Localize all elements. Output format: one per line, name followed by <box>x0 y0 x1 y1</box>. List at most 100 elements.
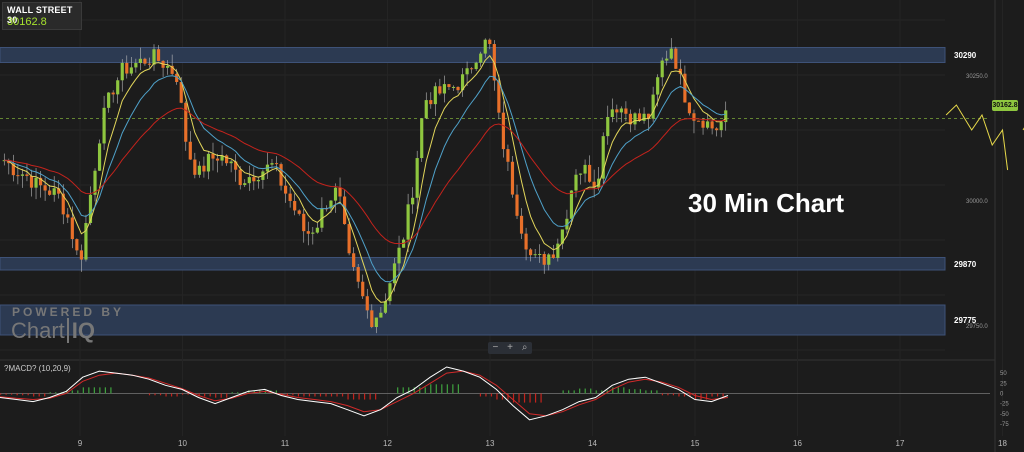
macd-histogram-bar <box>485 393 487 397</box>
candle-body <box>374 317 378 328</box>
candle-body <box>116 80 120 95</box>
x-tick-label: 18 <box>998 439 1007 448</box>
macd-y-tick-label: 25 <box>1000 381 1007 387</box>
x-tick-label: 16 <box>793 439 802 448</box>
candle-body <box>429 100 433 105</box>
macd-histogram-bar <box>595 390 597 394</box>
macd-histogram-bar <box>678 393 680 397</box>
price-chart[interactable]: 30290298702977530250.030000.029750.09 10 1… <box>0 0 1024 452</box>
macd-histogram-bar <box>159 393 162 396</box>
x-tick-label: 17 <box>896 439 905 448</box>
macd-histogram-bar <box>325 393 327 397</box>
macd-histogram-bar <box>441 384 443 394</box>
macd-histogram-bar <box>314 393 316 397</box>
zone-label: 29870 <box>954 260 977 269</box>
candle-body <box>542 253 546 265</box>
macd-histogram-bar <box>49 392 51 394</box>
macd-histogram-bar <box>656 390 658 394</box>
macd-histogram-bar <box>297 393 300 397</box>
macd-histogram-bar <box>496 393 498 400</box>
candle-body <box>379 312 383 318</box>
macd-histogram-bar <box>518 393 520 403</box>
macd-histogram-bar <box>347 393 349 400</box>
macd-histogram-bar <box>148 393 151 396</box>
candle-body <box>674 48 678 69</box>
macd-histogram-bar <box>71 390 73 394</box>
macd-histogram-bar <box>5 393 7 395</box>
macd-y-tick-label: -50 <box>1000 412 1009 418</box>
candle-body <box>474 62 478 70</box>
candle-body <box>238 169 242 186</box>
candle-body <box>501 112 505 150</box>
macd-histogram-bar <box>33 393 35 397</box>
candle-body <box>125 62 129 74</box>
candle-body <box>370 310 374 328</box>
candle-body <box>152 49 156 65</box>
candle-body <box>97 143 102 171</box>
candle-body <box>406 204 410 240</box>
candle-body <box>479 53 483 63</box>
candle-body <box>424 100 428 119</box>
candle-body <box>451 86 456 88</box>
macd-histogram-bar <box>44 393 46 397</box>
candle-body <box>102 107 106 144</box>
candle-body <box>29 175 34 188</box>
candle-body <box>710 121 714 129</box>
macd-histogram-bar <box>226 393 228 398</box>
macd-histogram-bar <box>568 390 570 394</box>
zone-rect <box>0 304 946 336</box>
macd-histogram-bar <box>369 393 371 400</box>
candle-body <box>588 164 592 182</box>
candle-body <box>197 165 201 175</box>
macd-histogram-bar <box>650 390 652 394</box>
candle-body <box>184 102 188 142</box>
candle-body <box>538 253 542 255</box>
candle-body <box>34 177 38 188</box>
candle-body <box>470 68 474 70</box>
macd-histogram-bar <box>231 392 233 394</box>
macd-histogram-bar <box>27 393 29 396</box>
candle-body <box>107 92 111 108</box>
macd-histogram-bar <box>722 393 724 397</box>
macd-y-tick-label: 50 <box>1000 371 1007 377</box>
candle-body <box>524 233 528 250</box>
candle-body <box>438 86 442 94</box>
macd-histogram-bar <box>430 384 432 394</box>
instrument-box: WALL STREET 30 30162.8 <box>2 2 82 30</box>
candle-body <box>606 117 610 137</box>
powered-by-text: POWERED BY <box>12 305 125 319</box>
macd-histogram-bar <box>215 393 217 398</box>
macd-histogram-bar <box>220 393 222 398</box>
candle-body <box>284 185 288 194</box>
candle-body <box>529 249 533 256</box>
candle-body <box>687 102 692 114</box>
candle-body <box>692 113 696 121</box>
macd-histogram-bar <box>573 390 575 394</box>
macd-histogram-bar <box>667 393 669 396</box>
candle-body <box>293 201 297 211</box>
candle-body <box>701 120 705 128</box>
candle-body <box>138 58 142 64</box>
candle-body <box>16 175 20 177</box>
candle-body <box>574 174 578 191</box>
current-price-tag: 30162.8 <box>992 100 1018 111</box>
macd-histogram-bar <box>672 393 675 396</box>
candle-body <box>25 174 29 176</box>
macd-histogram-bar <box>540 393 542 403</box>
zoom-out-button[interactable]: − <box>492 343 498 353</box>
y-tick-label: 30000.0 <box>966 199 988 205</box>
macd-histogram-bar <box>562 390 564 394</box>
macd-histogram-bar <box>0 393 2 395</box>
macd-histogram-bar <box>617 387 619 394</box>
x-tick-label: 11 <box>281 439 290 448</box>
candle-body <box>569 190 574 219</box>
zoom-in-button[interactable]: + <box>507 343 513 353</box>
candle-body <box>665 58 669 61</box>
candle-body <box>48 190 52 195</box>
candle-body <box>420 118 424 159</box>
x-tick-label: 14 <box>588 439 597 448</box>
macd-histogram-bar <box>330 393 333 397</box>
macd-histogram-bar <box>628 389 630 394</box>
candle-body <box>624 108 628 114</box>
zoom-reset-icon[interactable]: ⌕ <box>522 343 528 353</box>
